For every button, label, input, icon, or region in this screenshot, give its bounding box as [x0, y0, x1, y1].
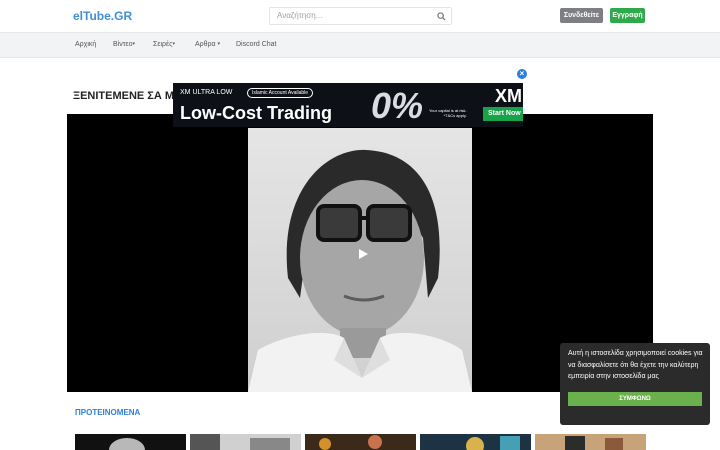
- video-thumbnail-card[interactable]: [305, 434, 416, 450]
- login-button[interactable]: Συνδεθείτε: [560, 8, 603, 23]
- play-icon[interactable]: [357, 248, 369, 260]
- ad-risk-warning: Your capital is at risk. *T&Cs apply.: [429, 108, 467, 118]
- video-thumbnail-card[interactable]: [190, 434, 301, 450]
- nav-item-articles-label: Αρθρα: [195, 41, 216, 48]
- main-nav: Αρχική Βίντεο▾ Σειρές▾ Αρθρα ▾ Discord C…: [0, 32, 720, 58]
- nav-item-series[interactable]: Σειρές▾: [153, 41, 175, 48]
- ad-brand: XM ULTRA LOW: [180, 89, 233, 96]
- nav-item-discord[interactable]: Discord Chat: [236, 41, 276, 48]
- cookie-message: Αυτή η ιστοσελίδα χρησιμοποιεί cookies γ…: [568, 350, 703, 380]
- ad-risk-line-2: *T&Cs apply.: [443, 113, 467, 118]
- ad-start-now-button[interactable]: Start Now: [483, 107, 523, 121]
- nav-item-articles[interactable]: Αρθρα ▾: [195, 41, 220, 48]
- ad-banner[interactable]: XM ULTRA LOW Islamic Account Available L…: [173, 83, 523, 127]
- video-thumbnail-card[interactable]: [420, 434, 531, 450]
- chevron-down-icon: ▾: [132, 41, 136, 48]
- video-thumbnail-card[interactable]: [535, 434, 646, 450]
- chevron-down-icon: ▾: [172, 41, 175, 48]
- site-logo[interactable]: elTube.GR: [73, 9, 132, 23]
- cookie-consent-banner: Αυτή η ιστοσελίδα χρησιμοποιεί cookies γ…: [560, 343, 710, 425]
- video-thumbnail-card[interactable]: [75, 434, 186, 450]
- search-icon[interactable]: [437, 12, 446, 21]
- chevron-down-icon: ▾: [217, 41, 221, 48]
- page-title: ΞΕΝΙΤΕΜΕΝΕ ΣΑ ΜΑ: [73, 90, 183, 102]
- nav-item-videos-label: Βίντεο: [113, 41, 133, 48]
- recommended-heading: ΠΡΟΤΕΙΝΟΜΕΝΑ: [75, 408, 141, 417]
- nav-item-home[interactable]: Αρχική: [75, 41, 96, 48]
- nav-item-series-label: Σειρές: [153, 41, 173, 48]
- ad-big-figure: 0%: [371, 85, 424, 126]
- search-box[interactable]: Αναζήτηση...: [269, 7, 452, 25]
- ad-logo: XM: [495, 86, 522, 106]
- search-input[interactable]: Αναζήτηση...: [277, 11, 322, 20]
- nav-item-videos[interactable]: Βίντεο▾: [113, 41, 135, 48]
- close-icon[interactable]: ×: [516, 68, 528, 80]
- register-button[interactable]: Εγγραφή: [610, 8, 645, 23]
- cookie-accept-button[interactable]: ΣΥΜΦΩΝΩ: [568, 392, 702, 406]
- video-thumbnail: [248, 128, 472, 392]
- ad-headline: Low-Cost Trading: [180, 103, 332, 123]
- ad-badge: Islamic Account Available: [247, 88, 314, 98]
- top-header: elTube.GR Αναζήτηση... Συνδεθείτε Εγγραφ…: [0, 0, 720, 32]
